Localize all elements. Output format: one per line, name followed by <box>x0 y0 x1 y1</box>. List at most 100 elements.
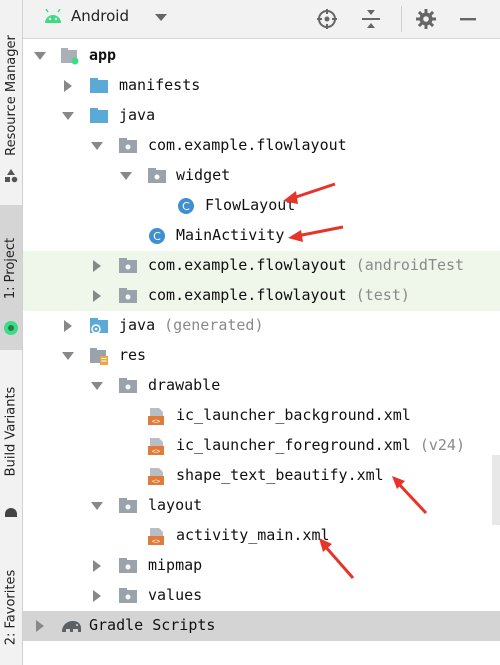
tree-item-name: com.example.flowlayout <box>148 286 347 304</box>
tree-item-suffix: (test) <box>355 286 410 304</box>
tab-build-variants-label: Build Variants <box>3 386 19 477</box>
chevron-down-icon[interactable] <box>90 139 104 153</box>
chevron-right-icon[interactable] <box>90 589 104 603</box>
chevron-down-icon[interactable] <box>61 349 75 363</box>
tree-item-mainactivity-class[interactable]: C MainActivity <box>23 221 500 251</box>
tree-item-suffix: (generated) <box>164 316 264 334</box>
tree-item-java-generated[interactable]: java (generated) <box>23 311 500 341</box>
tree-item-label: values <box>148 586 203 604</box>
tree-item-label: shape_text_beautify.xml <box>176 466 384 484</box>
tree-item-ic-launcher-foreground[interactable]: <> ic_launcher_foreground.xml (v24) <box>23 431 500 461</box>
tree-item-label: com.example.flowlayout (test) <box>148 286 410 304</box>
tree-item-label: com.example.flowlayout (androidTest <box>148 256 464 274</box>
chevron-down-icon[interactable] <box>119 169 133 183</box>
project-toolbar: Android <box>23 0 500 39</box>
xml-file-icon: <> <box>148 468 164 486</box>
tree-item-name: ic_launcher_foreground.xml <box>176 436 411 454</box>
android-project-icon <box>4 321 18 335</box>
tree-item-label: drawable <box>148 376 221 394</box>
project-view-selector[interactable]: Android <box>71 7 129 25</box>
chevron-right-icon[interactable] <box>61 79 75 93</box>
class-icon: C <box>178 198 194 214</box>
tab-resource-manager-label: Resource Manager <box>3 34 19 156</box>
tab-favorites[interactable]: 2: Favorites <box>0 540 22 665</box>
tree-item-res[interactable]: res <box>23 341 500 371</box>
tab-build-variants[interactable]: Build Variants <box>0 360 22 525</box>
tree-item-package-androidtest[interactable]: com.example.flowlayout (androidTest <box>23 251 500 281</box>
tree-item-name: com.example.flowlayout <box>148 256 347 274</box>
package-icon <box>119 378 137 393</box>
tree-item-gradle-scripts[interactable]: Gradle Scripts <box>23 611 500 641</box>
shapes-icon <box>5 169 18 183</box>
package-icon <box>119 288 137 303</box>
scrollbar[interactable] <box>492 455 500 525</box>
chevron-down-icon[interactable] <box>61 109 75 123</box>
tree-item-label: ic_launcher_foreground.xml (v24) <box>176 436 465 454</box>
tree-item-package-main[interactable]: com.example.flowlayout <box>23 131 500 161</box>
tree-item-mipmap[interactable]: mipmap <box>23 551 500 581</box>
xml-file-icon: <> <box>148 438 164 456</box>
tree-item-label: java <box>119 106 156 124</box>
tree-item-shape-text-beautify[interactable]: <> shape_text_beautify.xml <box>23 461 500 491</box>
tree-item-suffix: (v24) <box>419 436 465 454</box>
tool-window-strip: Resource Manager 1: Project Build Varian… <box>0 0 23 665</box>
tree-item-suffix: (androidTest <box>355 256 465 274</box>
chevron-right-icon[interactable] <box>90 289 104 303</box>
package-icon <box>119 138 137 153</box>
tree-item-activity-main[interactable]: <> activity_main.xml <box>23 521 500 551</box>
chevron-right-icon[interactable] <box>90 559 104 573</box>
chevron-down-icon[interactable] <box>155 14 167 22</box>
tree-item-label: widget <box>176 166 231 184</box>
toolbar-separator <box>401 6 402 32</box>
tab-project[interactable]: 1: Project <box>0 205 22 350</box>
tree-item-label: res <box>119 346 147 364</box>
android-head-icon <box>5 508 17 517</box>
package-icon <box>119 558 137 573</box>
app-module-icon <box>61 48 79 65</box>
package-icon <box>148 168 166 183</box>
tree-item-manifests[interactable]: manifests <box>23 71 500 101</box>
tree-item-label: activity_main.xml <box>176 526 330 544</box>
chevron-right-icon[interactable] <box>33 619 47 633</box>
class-icon: C <box>149 228 165 244</box>
package-icon <box>119 498 137 513</box>
tree-item-drawable[interactable]: drawable <box>23 371 500 401</box>
svg-text:<>: <> <box>152 448 160 456</box>
tree-item-package-test[interactable]: com.example.flowlayout (test) <box>23 281 500 311</box>
tree-item-name: java <box>119 316 156 334</box>
tree-item-label: mipmap <box>148 556 203 574</box>
gradle-elephant-icon <box>62 621 81 632</box>
tree-item-label: MainActivity <box>176 226 285 244</box>
xml-file-icon: <> <box>148 408 164 425</box>
tree-item-java[interactable]: java <box>23 101 500 131</box>
tree-item-label: layout <box>148 496 203 514</box>
hide-minus-icon[interactable] <box>457 8 479 30</box>
tree-item-flowlayout-class[interactable]: C FlowLayout <box>23 191 500 221</box>
tab-resource-manager[interactable]: Resource Manager <box>0 0 22 190</box>
chevron-down-icon[interactable] <box>33 49 47 63</box>
tree-item-widget[interactable]: widget <box>23 161 500 191</box>
tree-item-values[interactable]: values <box>23 581 500 611</box>
tree-item-layout[interactable]: layout <box>23 491 500 521</box>
tree-item-label: app <box>89 46 117 64</box>
tree-item-label: java (generated) <box>119 316 264 334</box>
generated-folder-icon <box>90 318 108 334</box>
tree-item-app[interactable]: app <box>23 41 500 71</box>
chevron-right-icon[interactable] <box>90 259 104 273</box>
locate-icon[interactable] <box>316 8 338 30</box>
tree-item-label: manifests <box>119 76 201 94</box>
package-icon <box>119 588 137 603</box>
tree-item-label: ic_launcher_background.xml <box>176 406 411 424</box>
collapse-all-icon[interactable] <box>360 8 382 30</box>
tree-item-ic-launcher-background[interactable]: <> ic_launcher_background.xml <box>23 401 500 431</box>
svg-text:<>: <> <box>152 478 160 486</box>
settings-gear-icon[interactable] <box>415 8 437 30</box>
xml-file-icon: <> <box>148 528 164 546</box>
chevron-down-icon[interactable] <box>90 499 104 513</box>
tab-project-label: 1: Project <box>3 237 19 300</box>
svg-text:<>: <> <box>152 538 160 546</box>
res-folder-icon <box>90 348 108 365</box>
chevron-right-icon[interactable] <box>61 319 75 333</box>
chevron-down-icon[interactable] <box>90 379 104 393</box>
svg-text:C: C <box>153 230 161 243</box>
